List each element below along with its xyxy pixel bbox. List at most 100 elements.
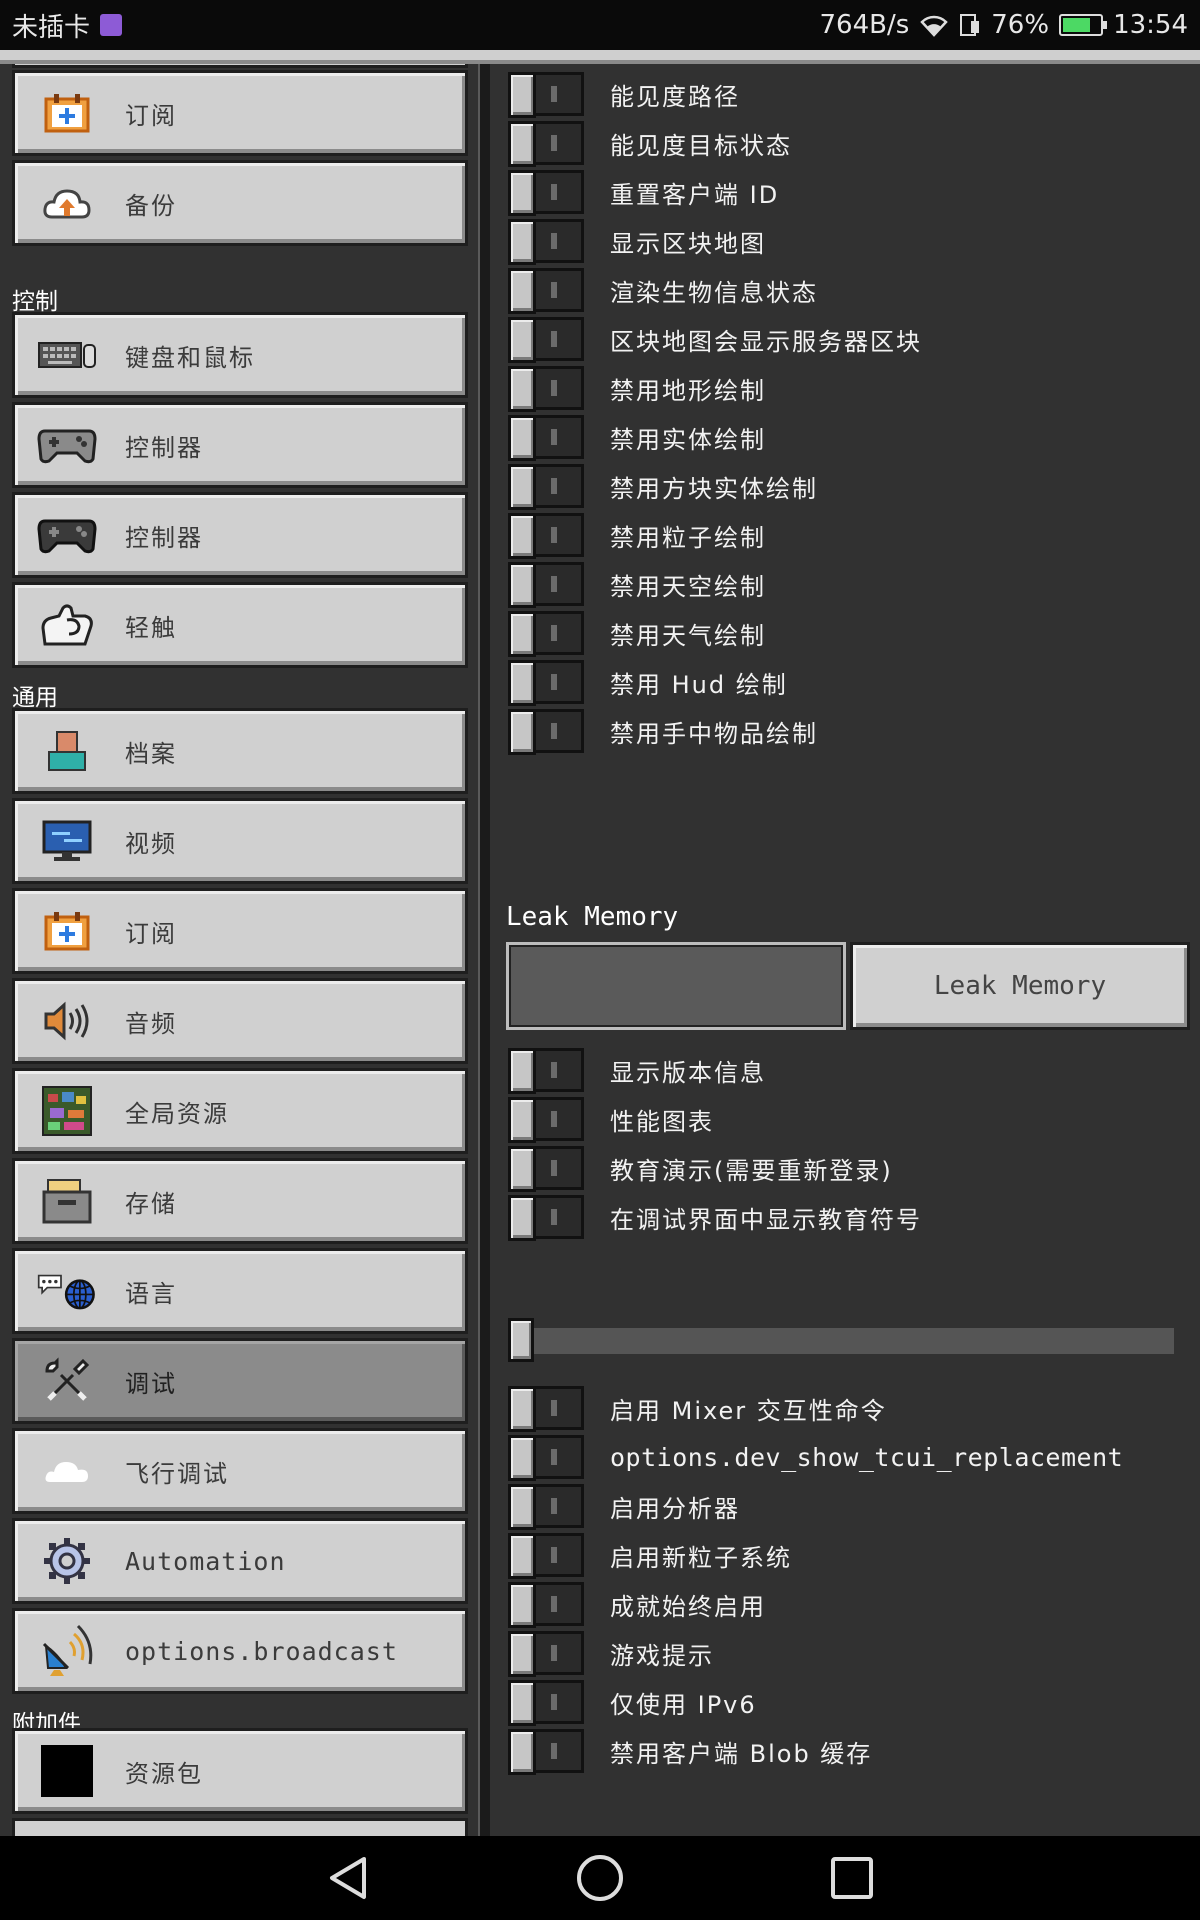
toggle-row[interactable]: 游戏提示 — [508, 1629, 714, 1677]
toggle-row[interactable]: 禁用粒子绘制 — [508, 511, 766, 559]
sidebar-item-touch[interactable]: 轻触 — [12, 582, 468, 668]
toggle-row[interactable]: 禁用实体绘制 — [508, 413, 766, 461]
leak-memory-button[interactable]: Leak Memory — [850, 942, 1190, 1030]
sidebar-item-controller[interactable]: 控制器 — [12, 402, 468, 488]
sidebar-item-label: options.broadcast — [125, 1636, 398, 1666]
toggle-switch[interactable] — [508, 1195, 584, 1241]
recents-button[interactable] — [826, 1852, 878, 1904]
toggle-switch[interactable] — [508, 709, 584, 755]
settings-sidebar[interactable]: 订阅 备份 控制 键盘和鼠标 控制器 控制器 轻触 通用 档案 视频 订阅 音频… — [0, 64, 480, 1836]
sidebar-item-language[interactable]: 语言 — [12, 1248, 468, 1334]
back-button[interactable] — [322, 1852, 374, 1904]
toggle-row[interactable]: 禁用客户端 Blob 缓存 — [508, 1727, 872, 1775]
home-button[interactable] — [574, 1852, 626, 1904]
toggle-switch[interactable] — [508, 1729, 584, 1775]
sidebar-item-label: 订阅 — [125, 101, 177, 130]
sidebar-item-controller-2[interactable]: 控制器 — [12, 492, 468, 578]
toggle-switch[interactable] — [508, 1386, 584, 1432]
toggle-switch[interactable] — [508, 611, 584, 657]
debug-settings-panel[interactable]: 能见度路径能见度目标状态重置客户端 ID 显示区块地图 渲染生物信息状态 区块地图会显… — [490, 64, 1200, 1836]
toggle-row[interactable]: 仅使用 IPv6 — [508, 1678, 757, 1726]
debug-slider[interactable] — [508, 1318, 1174, 1362]
sidebar-item-label: 键盘和鼠标 — [125, 343, 255, 372]
toggle-knob — [508, 1146, 536, 1192]
toggle-switch[interactable] — [508, 1097, 584, 1143]
sidebar-item-global-resources[interactable]: 全局资源 — [12, 1068, 468, 1154]
toggle-row[interactable]: 禁用方块实体绘制 — [508, 462, 818, 510]
sidebar-item-audio[interactable]: 音频 — [12, 978, 468, 1064]
toggle-switch[interactable] — [508, 415, 584, 461]
sidebar-item-keyboard-mouse[interactable]: 键盘和鼠标 — [12, 312, 468, 398]
sidebar-item-profile[interactable]: 档案 — [12, 708, 468, 794]
toggle-row[interactable]: options.dev_show_tcui_replacement — [508, 1433, 1123, 1481]
sidebar-item-automation[interactable]: Automation — [12, 1518, 468, 1604]
toggle-switch[interactable] — [508, 170, 584, 216]
sidebar-item-partial-top[interactable] — [12, 64, 468, 68]
toggle-row[interactable]: 在调试界面中显示教育符号 — [508, 1193, 922, 1241]
toggle-off-indicator — [551, 86, 557, 102]
slider-track[interactable] — [508, 1328, 1174, 1354]
system-nav-bar — [0, 1836, 1200, 1920]
toggle-switch[interactable] — [508, 317, 584, 363]
toggle-switch[interactable] — [508, 72, 584, 118]
calendar-plus-icon — [37, 87, 97, 139]
toggle-row[interactable]: 渲染生物信息状态 — [508, 266, 818, 314]
battery-percent: 76% — [991, 10, 1050, 40]
cloud-upload-icon — [37, 177, 97, 229]
slider-thumb[interactable] — [508, 1318, 534, 1362]
toggle-switch[interactable] — [508, 660, 584, 706]
toggle-row[interactable]: 禁用 Hud 绘制 — [508, 658, 788, 706]
sidebar-item-broadcast[interactable]: options.broadcast — [12, 1608, 468, 1694]
toggle-switch[interactable] — [508, 1680, 584, 1726]
toggle-row[interactable]: 重置客户端 ID — [508, 168, 779, 216]
storage-box-icon — [37, 1175, 97, 1227]
toggle-switch[interactable] — [508, 513, 584, 559]
toggle-switch[interactable] — [508, 1146, 584, 1192]
toggle-row[interactable]: 禁用天气绘制 — [508, 609, 766, 657]
sidebar-item-flight-debug[interactable]: 飞行调试 — [12, 1428, 468, 1514]
toggle-label: 能见度目标状态 — [610, 131, 792, 160]
toggle-switch[interactable] — [508, 1582, 584, 1628]
toggle-switch[interactable] — [508, 1435, 584, 1481]
toggle-switch[interactable] — [508, 1631, 584, 1677]
toggle-switch[interactable] — [508, 366, 584, 412]
toggle-row[interactable]: 禁用地形绘制 — [508, 364, 766, 412]
sidebar-item-partial-bottom[interactable] — [12, 1818, 468, 1836]
sidebar-item-label: 控制器 — [125, 523, 203, 552]
toggle-off-indicator — [551, 233, 557, 249]
toggle-row[interactable]: 能见度路径 — [508, 70, 740, 118]
sidebar-item-debug[interactable]: 调试 — [12, 1338, 468, 1424]
toggle-switch[interactable] — [508, 464, 584, 510]
toggle-row[interactable]: 性能图表 — [508, 1095, 714, 1143]
toggle-row[interactable]: 显示版本信息 — [508, 1046, 766, 1094]
toggle-switch[interactable] — [508, 1484, 584, 1530]
toggle-label: 禁用方块实体绘制 — [610, 474, 818, 503]
toggle-row[interactable]: 教育演示(需要重新登录) — [508, 1144, 893, 1192]
section-title-controls: 控制 — [12, 289, 58, 315]
toggle-switch[interactable] — [508, 268, 584, 314]
toggle-switch[interactable] — [508, 121, 584, 167]
toggle-row[interactable]: 启用新粒子系统 — [508, 1531, 792, 1579]
toggle-row[interactable]: 成就始终启用 — [508, 1580, 766, 1628]
toggle-switch[interactable] — [508, 1533, 584, 1579]
toggle-switch[interactable] — [508, 1048, 584, 1094]
toggle-row[interactable]: 禁用手中物品绘制 — [508, 707, 818, 755]
sidebar-item-resource-packs[interactable]: 资源包 — [12, 1728, 468, 1814]
toggle-switch[interactable] — [508, 562, 584, 608]
toggle-switch[interactable] — [508, 219, 584, 265]
toggle-row[interactable]: 启用分析器 — [508, 1482, 740, 1530]
toggle-off-indicator — [551, 1400, 557, 1416]
back-triangle-icon — [330, 1857, 366, 1899]
sidebar-item-backup[interactable]: 备份 — [12, 160, 468, 246]
sidebar-item-subscriptions[interactable]: 订阅 — [12, 70, 468, 156]
profile-icon — [37, 725, 97, 777]
leak-memory-input[interactable] — [506, 942, 846, 1030]
toggle-row[interactable]: 显示区块地图 — [508, 217, 766, 265]
toggle-row[interactable]: 禁用天空绘制 — [508, 560, 766, 608]
sidebar-item-subscriptions-2[interactable]: 订阅 — [12, 888, 468, 974]
toggle-row[interactable]: 能见度目标状态 — [508, 119, 792, 167]
sidebar-item-storage[interactable]: 存储 — [12, 1158, 468, 1244]
toggle-row[interactable]: 区块地图会显示服务器区块 — [508, 315, 922, 363]
toggle-row[interactable]: 启用 Mixer 交互性命令 — [508, 1384, 887, 1432]
sidebar-item-video[interactable]: 视频 — [12, 798, 468, 884]
